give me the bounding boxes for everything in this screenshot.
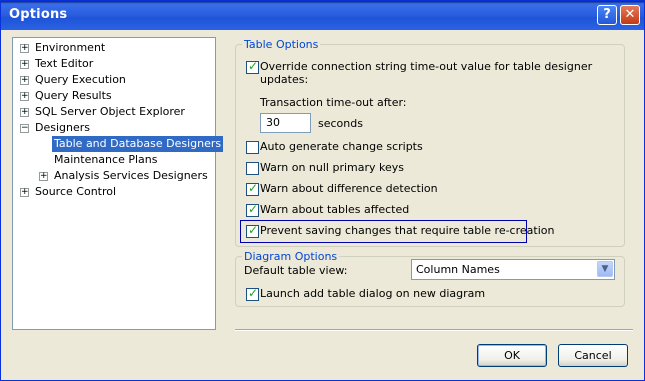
table-options-legend: Table Options: [242, 38, 321, 51]
options-tree: + Environment + Text Editor + Query Exec…: [12, 37, 224, 330]
warn-null-label: Warn on null primary keys: [260, 161, 404, 174]
tree-item-source-control[interactable]: + Source Control: [13, 184, 213, 200]
default-view-label: Default table view:: [244, 264, 348, 277]
default-view-value: Column Names: [416, 263, 500, 276]
override-timeout-checkbox[interactable]: ✓: [246, 59, 259, 74]
tree-item-maintenance-plans[interactable]: Maintenance Plans: [13, 152, 213, 168]
auto-generate-label: Auto generate change scripts: [260, 140, 423, 153]
tree-item-table-and-database-designers[interactable]: Table and Database Designers: [13, 136, 224, 152]
check-icon: ✓: [248, 181, 259, 195]
launch-add-table-checkbox[interactable]: ✓: [246, 286, 259, 301]
collapse-icon[interactable]: −: [20, 124, 29, 133]
tree-item-sql-server-object-explorer[interactable]: + SQL Server Object Explorer: [13, 104, 213, 120]
override-timeout-label-line1: Override connection string time-out valu…: [260, 60, 593, 73]
check-icon: ✓: [248, 223, 259, 237]
diagram-options-legend: Diagram Options: [242, 250, 340, 263]
expand-icon[interactable]: +: [20, 60, 29, 69]
launch-add-table-label: Launch add table dialog on new diagram: [260, 287, 486, 300]
title-bar: Options ? ✕: [1, 1, 644, 30]
tree-item-query-execution[interactable]: + Query Execution: [13, 72, 213, 88]
timeout-label: Transaction time-out after:: [260, 96, 407, 109]
close-button[interactable]: ✕: [620, 5, 640, 25]
warn-affected-checkbox[interactable]: ✓: [246, 202, 259, 217]
warn-difference-checkbox[interactable]: ✓: [246, 181, 259, 196]
tree-item-query-results[interactable]: + Query Results: [13, 88, 213, 104]
check-icon: ✓: [248, 59, 259, 73]
cancel-button[interactable]: Cancel: [558, 344, 628, 367]
ok-button[interactable]: OK: [477, 344, 547, 367]
prevent-saving-label: Prevent saving changes that require tabl…: [260, 224, 555, 237]
table-options-group: Table Options ✓ Override connection stri…: [235, 38, 625, 247]
warn-null-checkbox[interactable]: [246, 162, 259, 175]
diagram-options-group: Diagram Options Default table view: Colu…: [235, 250, 625, 307]
expand-icon[interactable]: +: [20, 108, 29, 117]
chevron-down-icon[interactable]: ▼: [597, 261, 613, 277]
override-timeout-label-line2: updates:: [260, 73, 309, 86]
help-button[interactable]: ?: [597, 5, 617, 25]
check-icon: ✓: [248, 202, 259, 216]
timeout-input[interactable]: 30: [260, 113, 311, 133]
expand-icon[interactable]: +: [39, 172, 48, 181]
tree-item-text-editor[interactable]: + Text Editor: [13, 56, 213, 72]
dialog-title: Options: [9, 7, 68, 22]
warn-difference-label: Warn about difference detection: [260, 182, 438, 195]
tree-item-designers[interactable]: − Designers: [13, 120, 213, 136]
expand-icon[interactable]: +: [20, 188, 29, 197]
warn-affected-label: Warn about tables affected: [260, 203, 410, 216]
tree-item-analysis-services-designers[interactable]: + Analysis Services Designers: [13, 168, 213, 184]
expand-icon[interactable]: +: [20, 76, 29, 85]
expand-icon[interactable]: +: [20, 92, 29, 101]
tree-item-environment[interactable]: + Environment: [13, 40, 213, 56]
timeout-unit: seconds: [318, 117, 363, 130]
expand-icon[interactable]: +: [20, 44, 29, 53]
options-dialog: Options ? ✕ + Environment + Text Editor …: [0, 0, 645, 381]
auto-generate-checkbox[interactable]: [246, 141, 259, 154]
default-view-select[interactable]: Column Names ▼: [411, 259, 615, 280]
check-icon: ✓: [248, 286, 259, 300]
separator: [235, 329, 633, 331]
prevent-saving-checkbox[interactable]: ✓: [246, 223, 259, 238]
